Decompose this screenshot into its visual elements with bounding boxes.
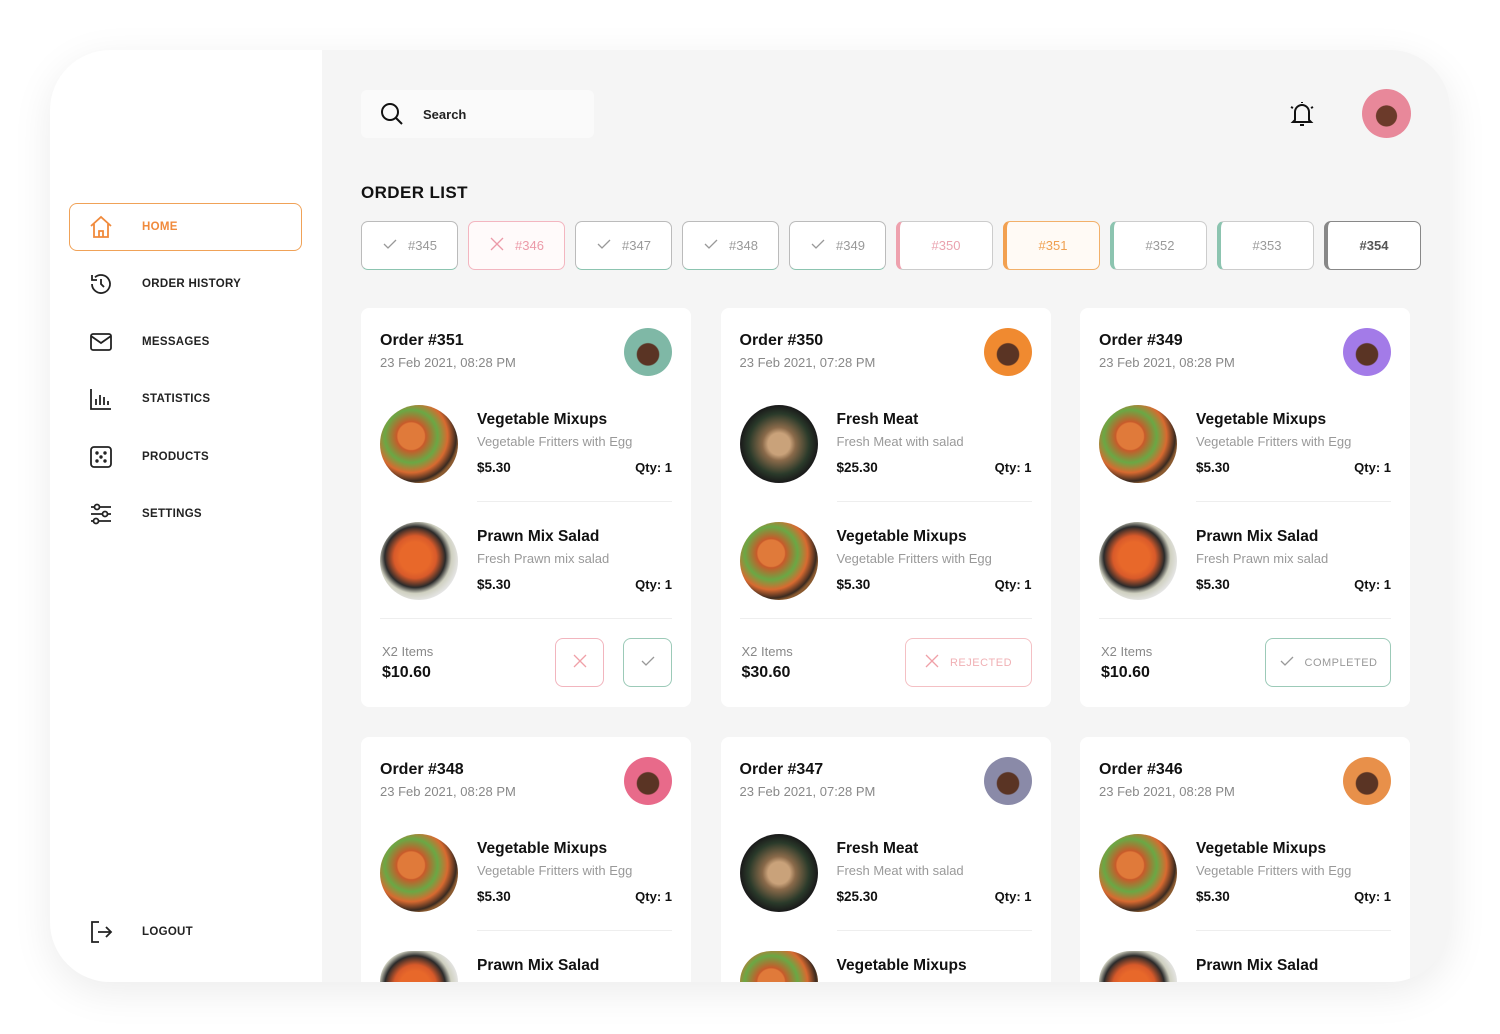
food-image [380,951,458,982]
order-chip[interactable]: #351 [1003,221,1100,270]
check-icon [596,236,612,255]
order-chip[interactable]: #354 [1324,221,1421,270]
order-chip[interactable]: #353 [1217,221,1314,270]
order-chips: #345 #346 #347 #348 #349 #350 #351 #352 #353 #354 [361,221,1421,270]
food-image [739,405,818,483]
food-image [1099,405,1177,483]
divider [477,930,672,931]
close-icon [924,653,940,672]
order-chip[interactable]: #352 [1110,221,1207,270]
order-item: Prawn Mix Salad Fresh Prawn mix salad $5.3… [1099,522,1391,622]
order-card[interactable]: Order #346 23 Feb 2021, 08:28 PM Vegetable… [1080,737,1410,982]
food-image [1099,951,1177,982]
close-icon [572,653,588,672]
order-chip[interactable]: #348 [682,221,779,270]
notification-bell-icon[interactable] [1286,98,1318,130]
customer-avatar [1343,757,1391,805]
sidebar-item-statistics[interactable]: STATISTICS [69,375,302,423]
order-item: Vegetable Mixups [739,951,1032,982]
order-item: Prawn Mix Salad Fresh Prawn mix salad $5.3… [380,522,672,622]
order-card[interactable]: Order #348 23 Feb 2021, 08:28 PM Vegetable… [361,737,691,982]
sidebar: HOME ORDER HISTORY MESSAGES STATISTICS PRODU… [50,50,322,982]
mail-icon [88,329,114,355]
check-icon [1279,653,1295,672]
page-title: ORDER LIST [361,183,468,202]
food-image [739,834,818,912]
order-chip[interactable]: #345 [361,221,458,270]
check-icon [703,236,719,255]
customer-avatar [624,757,672,805]
order-chip[interactable]: #346 [468,221,565,270]
divider [1196,930,1391,931]
sidebar-nav: HOME ORDER HISTORY MESSAGES STATISTICS PRODU… [69,203,302,547]
order-chip[interactable]: #349 [789,221,886,270]
order-item: Vegetable Mixups Vegetable Fritters with … [1099,834,1391,934]
sidebar-item-products[interactable]: PRODUCTS [69,433,302,481]
completed-status-button[interactable]: COMPLETED [1265,638,1391,687]
logout-button[interactable]: LOGOUT [69,908,302,956]
order-card[interactable]: Order #351 23 Feb 2021, 08:28 PM Vegetable… [361,308,691,707]
main-content: Search ORDER LIST #345 #346 #347 #348 #349 #3… [322,50,1450,982]
order-chip[interactable]: #347 [575,221,672,270]
sidebar-item-settings[interactable]: SETTINGS [69,490,302,538]
search-placeholder: Search [423,106,467,122]
food-image [739,951,818,982]
order-item: Vegetable Mixups Vegetable Fritters with … [380,405,672,505]
customer-avatar [1343,328,1391,376]
app-window: HOME ORDER HISTORY MESSAGES STATISTICS PRODU… [50,50,1450,982]
order-item: Vegetable Mixups Vegetable Fritters with … [380,834,672,934]
order-grid: Order #351 23 Feb 2021, 08:28 PM Vegetable… [361,308,1410,982]
order-footer: X2 Items $30.60 REJECTED [739,618,1032,707]
close-icon [489,236,505,255]
products-icon [88,444,114,470]
divider [477,501,672,502]
sliders-icon [88,501,114,527]
divider [836,930,1032,931]
order-footer: X2 Items $10.60 COMPLETED [1099,618,1391,707]
divider [836,501,1032,502]
customer-avatar [983,328,1032,376]
order-card[interactable]: Order #350 23 Feb 2021, 07:28 PM Fresh Mea… [720,308,1051,707]
order-item: Fresh Meat Fresh Meat with salad $25.30 Qty… [739,834,1032,934]
order-item: Fresh Meat Fresh Meat with salad $25.30 Qty… [739,405,1032,505]
order-item: Prawn Mix Salad [1099,951,1391,982]
sidebar-item-messages[interactable]: MESSAGES [69,318,302,366]
sidebar-item-home[interactable]: HOME [69,203,302,251]
food-image [1099,834,1177,912]
check-icon [382,236,398,255]
reject-button[interactable] [555,638,604,687]
order-chip[interactable]: #350 [896,221,993,270]
rejected-status-button[interactable]: REJECTED [904,638,1032,687]
user-avatar[interactable] [1362,89,1411,138]
order-item: Vegetable Mixups Vegetable Fritters with … [739,522,1032,622]
customer-avatar [983,757,1032,805]
food-image [1099,522,1177,600]
food-image [380,834,458,912]
order-item: Prawn Mix Salad [380,951,672,982]
check-icon [810,236,826,255]
food-image [380,522,458,600]
accept-button[interactable] [623,638,672,687]
divider [1196,501,1391,502]
food-image [380,405,458,483]
history-icon [88,271,114,297]
food-image [739,522,818,600]
order-footer: X2 Items $10.60 [380,618,672,707]
order-item: Vegetable Mixups Vegetable Fritters with … [1099,405,1391,505]
chart-icon [88,386,114,412]
check-icon [640,653,656,672]
home-icon [88,214,114,240]
search-input[interactable]: Search [361,90,594,138]
search-icon [381,103,403,125]
logout-icon [88,919,114,945]
order-card[interactable]: Order #347 23 Feb 2021, 07:28 PM Fresh Mea… [720,737,1051,982]
order-card[interactable]: Order #349 23 Feb 2021, 08:28 PM Vegetable… [1080,308,1410,707]
sidebar-item-order-history[interactable]: ORDER HISTORY [69,260,302,308]
customer-avatar [624,328,672,376]
